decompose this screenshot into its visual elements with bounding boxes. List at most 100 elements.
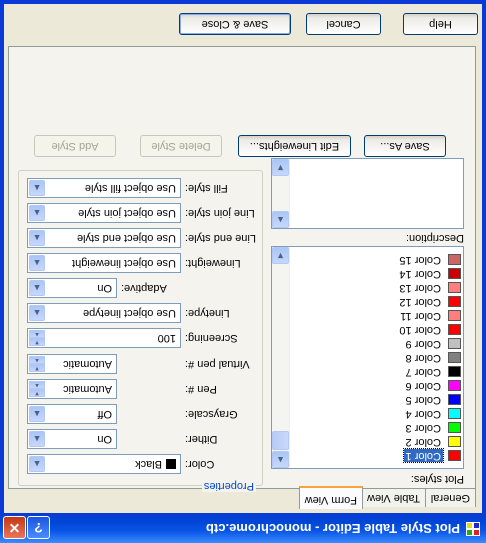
dither-select[interactable]: On ▲ [27, 429, 117, 449]
chevron-down-icon[interactable]: ▲ [29, 456, 45, 472]
line-join-style-select[interactable]: Use object join style ▲ [27, 203, 181, 223]
scroll-up-arrow-icon[interactable]: ▼ [272, 247, 289, 264]
chevron-down-icon[interactable]: ▲ [29, 180, 45, 196]
screening-label: Screening: [185, 332, 238, 344]
fill-style-label: Fill style: [185, 182, 228, 194]
adaptive-value: On [97, 282, 112, 294]
dialog-client-area: General Table View Form View Plot styles… [4, 4, 482, 513]
list-item-label: Color 15 [399, 254, 441, 266]
list-item[interactable]: Color 8 [271, 351, 461, 364]
dither-label: Dither: [185, 433, 218, 445]
list-item-label: Color 1 [402, 448, 445, 463]
virtual-pen-spinner[interactable]: Automatic ▼ ▲ [27, 354, 117, 374]
lineweight-select[interactable]: Use object lineweight ▲ [27, 253, 181, 273]
list-item[interactable]: Color 5 [271, 393, 461, 406]
color-swatch [448, 310, 461, 321]
spin-down-icon[interactable]: ▼ [29, 338, 45, 346]
plot-style-editor-window: Plot Style Table Editor - monochrome.ctb… [0, 0, 486, 543]
lineweight-value: Use object lineweight [72, 257, 176, 269]
plot-styles-list[interactable]: Color 1 Color 2 Color 3 Color 4 Color 5 Color… [271, 246, 464, 469]
list-item[interactable]: Color 7 [271, 365, 461, 378]
scrollbar-thumb[interactable] [272, 431, 289, 450]
linetype-select[interactable]: Use object linetype ▲ [27, 303, 181, 323]
tab-table-view[interactable]: Table View [361, 488, 426, 507]
list-item[interactable]: Color 9 [271, 337, 461, 350]
help-icon[interactable]: ? [27, 516, 50, 539]
color-swatch [448, 422, 461, 433]
color-value: Black [135, 458, 162, 470]
linetype-label: Linetype: [185, 307, 230, 319]
chevron-down-icon[interactable]: ▲ [29, 205, 45, 221]
virtual-pen-value: Automatic [63, 358, 112, 370]
virtual-pen-label: Virtual pen #: [185, 358, 250, 370]
spin-down-icon[interactable]: ▼ [29, 389, 45, 397]
plot-style-app-icon [466, 522, 480, 536]
list-item-label: Color 11 [400, 310, 441, 322]
chevron-down-icon[interactable]: ▲ [29, 406, 45, 422]
chevron-down-icon[interactable]: ▲ [29, 230, 45, 246]
list-item-label: Color 6 [405, 380, 441, 392]
adaptive-label: Adaptive: [121, 282, 167, 294]
list-item-label: Color 2 [405, 436, 441, 448]
screening-spinner[interactable]: 100 ▼ ▲ [27, 328, 181, 348]
list-item-label: Color 7 [405, 366, 441, 378]
color-swatch [448, 338, 461, 349]
list-item[interactable]: Color 2 [271, 435, 461, 448]
spin-up-icon[interactable]: ▲ [29, 381, 45, 389]
scroll-down-arrow-icon[interactable]: ▲ [272, 451, 289, 468]
adaptive-select[interactable]: On ▲ [27, 278, 117, 298]
chevron-down-icon[interactable]: ▲ [29, 255, 45, 271]
cancel-button[interactable]: Cancel [306, 13, 381, 35]
list-item[interactable]: Color 14 [271, 267, 461, 280]
description-scroll-up-icon[interactable]: ▼ [272, 159, 289, 176]
edit-lineweights-button[interactable]: Edit Lineweights... [238, 135, 351, 157]
list-item[interactable]: Color 12 [271, 295, 461, 308]
pen-number-spinner[interactable]: Automatic ▼ ▲ [27, 379, 117, 399]
lineweight-label: Lineweight: [185, 257, 241, 269]
list-item[interactable]: Color 10 [271, 323, 461, 336]
color-swatch [448, 296, 461, 307]
line-end-style-select[interactable]: Use object end style ▲ [27, 228, 181, 248]
chevron-down-icon[interactable]: ▲ [29, 431, 45, 447]
description-scrollbar[interactable]: ▲ ▼ [272, 159, 290, 228]
line-join-style-value: Use object join style [78, 207, 176, 219]
save-close-button[interactable]: Save & Close [179, 13, 291, 35]
list-item[interactable]: Color 6 [271, 379, 461, 392]
tab-form-view[interactable]: Form View [298, 486, 363, 509]
list-item-label: Color 10 [399, 324, 441, 336]
save-as-button[interactable]: Save As... [364, 135, 446, 157]
color-swatch [448, 254, 461, 265]
description-textarea[interactable]: ▲ ▼ [271, 158, 464, 229]
title-bar[interactable]: Plot Style Table Editor - monochrome.ctb… [0, 513, 486, 543]
list-item[interactable]: Color 1 [271, 448, 461, 463]
fill-style-select[interactable]: Use object fill style ▲ [27, 178, 181, 198]
color-swatch [448, 408, 461, 419]
list-item-label: Color 9 [405, 338, 441, 350]
close-icon[interactable]: ✕ [3, 516, 26, 539]
grayscale-select[interactable]: Off ▲ [27, 404, 117, 424]
color-swatch [448, 450, 461, 461]
grayscale-value: Off [97, 408, 112, 420]
plot-styles-scrollbar[interactable]: ▲ ▼ [272, 247, 290, 468]
description-scroll-down-icon[interactable]: ▲ [272, 211, 289, 228]
delete-style-button[interactable]: Delete Style [140, 135, 222, 157]
chevron-down-icon[interactable]: ▲ [29, 280, 45, 296]
linetype-value: Use object linetype [83, 307, 176, 319]
tab-general[interactable]: General [424, 488, 476, 507]
add-style-button[interactable]: Add Style [34, 135, 116, 157]
list-item[interactable]: Color 11 [271, 309, 461, 322]
list-item[interactable]: Color 4 [271, 407, 461, 420]
list-item[interactable]: Color 3 [271, 421, 461, 434]
color-select[interactable]: Black ▲ [27, 454, 181, 474]
list-item-label: Color 4 [405, 408, 441, 420]
list-item[interactable]: Color 15 [271, 253, 461, 266]
help-button[interactable]: Help [403, 13, 478, 35]
spin-up-icon[interactable]: ▲ [29, 330, 45, 338]
chevron-down-icon[interactable]: ▲ [29, 305, 45, 321]
spin-up-icon[interactable]: ▲ [29, 356, 45, 364]
spin-down-icon[interactable]: ▼ [29, 364, 45, 372]
color-swatch [448, 324, 461, 335]
list-item-label: Color 5 [405, 394, 441, 406]
list-item[interactable]: Color 13 [271, 281, 461, 294]
pen-number-label: Pen #: [185, 383, 217, 395]
